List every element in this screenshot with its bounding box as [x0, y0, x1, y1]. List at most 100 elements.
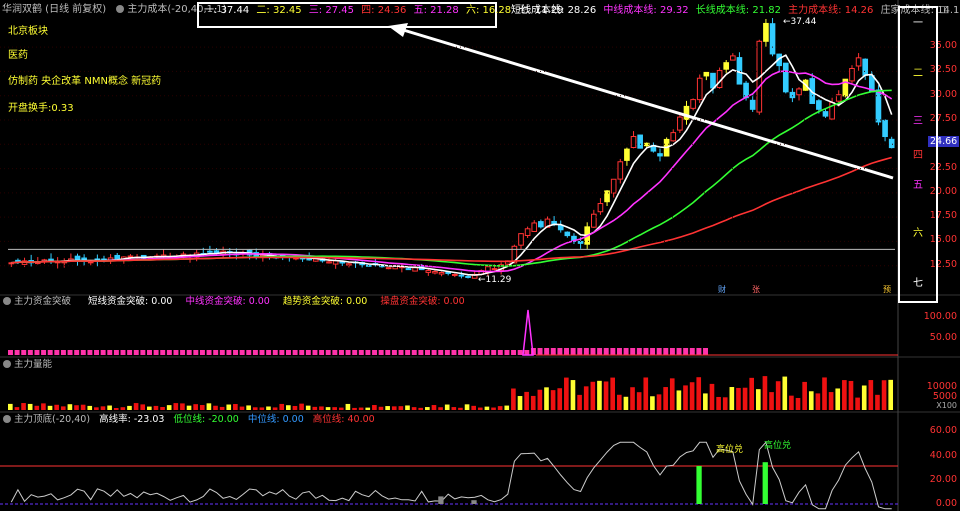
volume-bar: [491, 407, 496, 410]
volume-bar: [835, 388, 841, 410]
cost-line-legend: 短线成本线: 28.26 中线成本线: 29.32 长线成本线: 21.82 主…: [511, 4, 960, 18]
volume-bar: [537, 389, 543, 410]
panel3-header: 主力顶底(-20,40) 高线率: -23.03 低位线: -20.00 中位线…: [0, 414, 375, 426]
candle-body: [451, 273, 458, 276]
volume-bar: [80, 404, 86, 410]
corner-label[interactable]: 工: [940, 4, 949, 18]
breakthrough-bar: [41, 350, 47, 355]
volume-bar: [511, 388, 516, 410]
candle-body: [610, 178, 617, 194]
breakthrough-bar: [636, 348, 642, 355]
volume-bar: [861, 385, 867, 410]
industry-label[interactable]: 医药: [8, 46, 28, 61]
candle-body: [74, 255, 81, 261]
breakthrough-bar: [259, 350, 265, 355]
settings-dot-icon[interactable]: [116, 5, 125, 13]
marker-forecast[interactable]: 预: [883, 284, 891, 295]
volume-bar: [94, 407, 99, 410]
concepts-label[interactable]: 仿制药 央企改革 NMN概念 新冠药: [8, 72, 161, 87]
panel2-settings-icon[interactable]: [3, 360, 11, 368]
volume-bar: [27, 403, 33, 410]
volume-bar: [709, 383, 715, 410]
panel3-title[interactable]: 主力顶底(-20,40): [14, 414, 90, 425]
volume-bar: [603, 381, 609, 410]
volume-bar: [405, 405, 410, 410]
breakthrough-bar: [133, 350, 139, 355]
candle-body: [710, 72, 716, 89]
stock-title[interactable]: 华润双鹤 (日线 前复权): [2, 3, 106, 17]
volume-bar: [213, 405, 218, 410]
candle-body: [538, 221, 544, 228]
cost-line: [11, 89, 892, 267]
candle-body: [657, 153, 663, 157]
volume-bar: [365, 407, 371, 410]
volume-bar: [173, 403, 179, 410]
volume-bar: [663, 387, 668, 410]
volume-bar: [332, 407, 337, 410]
volume-bar: [226, 404, 232, 410]
breakthrough-bar: [583, 348, 589, 355]
volume-bar: [34, 405, 40, 410]
breakthrough-bar: [319, 350, 325, 355]
volume-bar: [597, 380, 602, 410]
candle-body: [597, 203, 604, 213]
volume-bar: [67, 404, 73, 410]
candle-body: [789, 91, 796, 99]
board-label[interactable]: 北京板块: [8, 22, 48, 37]
volume-energy-bars: [8, 376, 894, 410]
volume-bar: [147, 406, 152, 410]
breakthrough-bar: [226, 350, 232, 355]
breakthrough-bar: [107, 350, 113, 355]
short-cost-line: 短线成本线: 28.26: [511, 5, 597, 16]
candle-body: [624, 148, 630, 161]
volume-bar: [305, 405, 311, 410]
candle-body: [703, 71, 710, 77]
candle-body: [564, 231, 571, 237]
marker-finance[interactable]: 财: [718, 284, 726, 295]
volume-bar: [266, 406, 271, 410]
volume-bar: [133, 403, 139, 410]
candle-body: [670, 132, 677, 142]
panel2-title[interactable]: 主力量能: [14, 359, 52, 370]
volume-bar: [239, 406, 245, 410]
breakthrough-bar: [199, 350, 205, 355]
volume-bar: [153, 405, 159, 410]
marker-zhang[interactable]: 张: [752, 284, 760, 295]
breakthrough-bar: [570, 348, 576, 355]
volume-bar: [855, 397, 860, 410]
capital-breakthrough-bars: [8, 309, 898, 356]
p3-axis-0: 0.00: [935, 498, 957, 509]
breakthrough-bar: [266, 350, 272, 355]
volume-bar: [279, 403, 285, 410]
breakthrough-bar: [305, 350, 311, 355]
volume-bar: [736, 387, 741, 410]
panel1-settings-icon[interactable]: [3, 297, 11, 305]
volume-bar: [517, 396, 523, 410]
main-cost-line: 主力成本线: 14.26: [788, 5, 874, 16]
level-5: 五: 21.28: [413, 5, 459, 16]
volume-bar: [497, 406, 503, 410]
breakthrough-bar: [497, 350, 503, 355]
volume-bar: [464, 404, 470, 410]
breakthrough-bar: [180, 350, 186, 355]
candle-body: [425, 270, 432, 273]
breakthrough-bar: [213, 350, 219, 355]
p1-axis-100: 100.00: [923, 311, 957, 322]
ladder-5: 五: [913, 180, 923, 191]
level-ladder-box: 一 二 三 四 五 六 七: [898, 6, 938, 303]
signal-bar: [471, 500, 477, 504]
breakthrough-bar: [186, 350, 192, 355]
candle-body: [763, 22, 769, 42]
volume-bar: [451, 407, 457, 410]
candle-body: [862, 58, 869, 76]
volume-bar: [875, 394, 880, 410]
cost-line: [11, 156, 892, 264]
volume-bar: [749, 377, 755, 410]
volume-bar: [8, 403, 13, 410]
panel3-settings-icon[interactable]: [3, 415, 11, 423]
candle-body: [591, 213, 597, 228]
volume-bar: [583, 386, 589, 410]
breakthrough-bar: [418, 350, 424, 355]
candle-body: [630, 136, 637, 149]
panel1-title[interactable]: 主力资金突破: [14, 296, 71, 307]
